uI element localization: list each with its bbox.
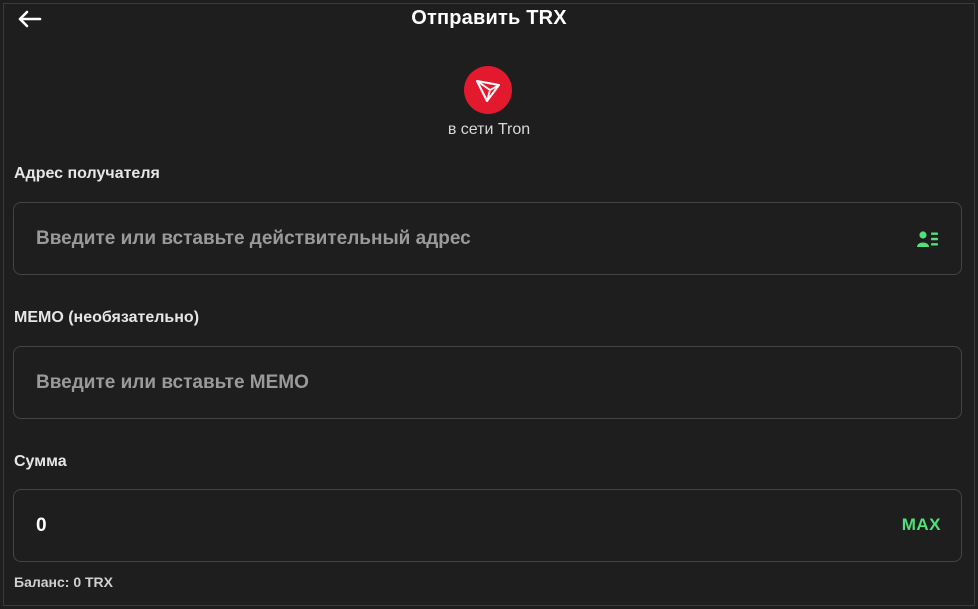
network-label: в сети Tron	[447, 121, 531, 138]
memo-input[interactable]	[36, 347, 896, 418]
recipient-field[interactable]	[13, 202, 962, 275]
max-button[interactable]: MAX	[902, 515, 941, 535]
balance-text: Баланс: 0 TRX	[14, 574, 113, 590]
tron-logo-icon	[464, 66, 512, 114]
recipient-label: Адрес получателя	[14, 165, 160, 182]
recipient-address-input[interactable]	[36, 203, 896, 274]
amount-field[interactable]: MAX	[13, 489, 962, 562]
memo-label: MEMO (необязательно)	[14, 309, 200, 326]
memo-field[interactable]	[13, 346, 962, 419]
page-title: Отправить TRX	[411, 7, 567, 29]
amount-input[interactable]	[36, 490, 896, 561]
amount-label: Сумма	[14, 453, 67, 470]
address-book-icon[interactable]	[917, 230, 939, 248]
